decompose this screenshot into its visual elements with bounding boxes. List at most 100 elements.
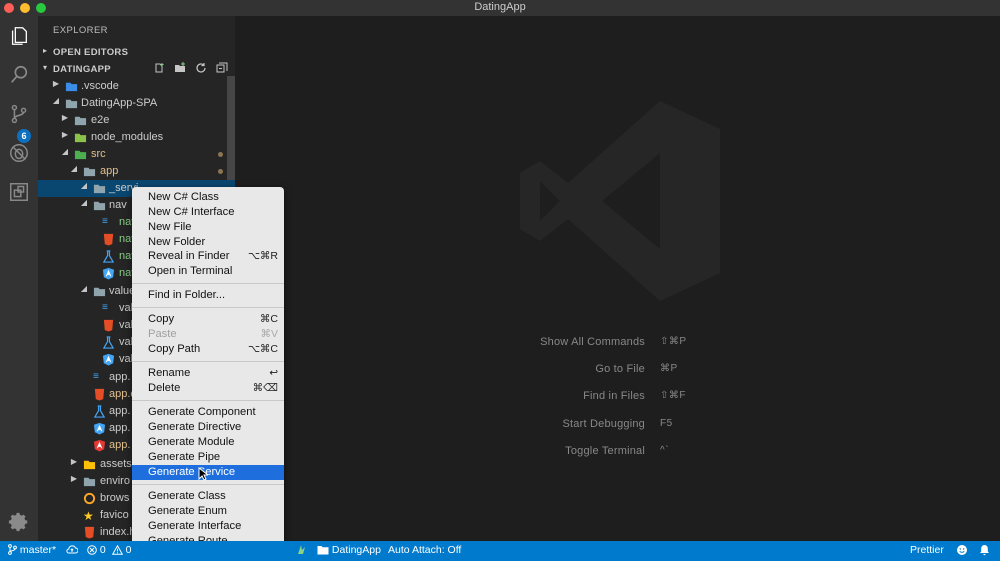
menu-rename[interactable]: Rename ↩	[132, 366, 284, 381]
chevron-down-icon: ◢	[61, 147, 69, 156]
menu-shortcut: ⌘C	[259, 313, 278, 325]
problems-status[interactable]: 0 0	[87, 544, 131, 556]
menu-label: New Folder	[148, 236, 206, 248]
css-file-icon: ≡	[93, 371, 99, 382]
extensions-icon[interactable]	[5, 178, 33, 206]
menu-label: Copy Path	[148, 343, 201, 355]
tree-label: val	[119, 353, 134, 365]
title-bar: DatingApp	[0, 0, 1000, 16]
menu-label: Paste	[148, 328, 177, 340]
search-icon[interactable]	[5, 61, 33, 89]
warning-icon	[111, 544, 123, 555]
cloud-sync-icon	[66, 545, 79, 554]
hint-find-in-files: Find in Files	[583, 390, 645, 402]
live-share-status[interactable]	[296, 544, 307, 556]
html-file-icon	[84, 526, 95, 539]
new-file-icon[interactable]	[152, 61, 166, 75]
angular-module-icon	[93, 439, 106, 452]
notifications-status[interactable]	[979, 544, 990, 557]
chevron-down-icon: ◢	[80, 181, 88, 190]
menu-generate-pipe[interactable]: Generate Pipe	[132, 450, 284, 465]
open-editors-header[interactable]: ▸ OPEN EDITORS	[38, 44, 235, 61]
tree-folder-spa[interactable]: ◢ DatingApp-SPA	[38, 95, 228, 112]
angular-file-icon	[93, 422, 106, 435]
tree-folder-e2e[interactable]: ▶ e2e	[38, 112, 228, 129]
folder-open-icon	[93, 184, 106, 194]
menu-copy-path[interactable]: Copy Path ⌥⌘C	[132, 342, 284, 357]
chevron-down-icon: ◢	[70, 164, 78, 173]
menu-separator	[132, 283, 284, 284]
hint-key: ⌘P	[660, 363, 678, 374]
activity-bar: 6	[0, 16, 38, 541]
menu-new-cs-class[interactable]: New C# Class	[132, 190, 284, 205]
tree-folder-src[interactable]: ◢ src	[38, 146, 228, 163]
sync-status[interactable]	[66, 544, 79, 556]
hint-show-all-commands: Show All Commands	[540, 336, 645, 348]
menu-reveal-in-finder[interactable]: Reveal in Finder ⌥⌘R	[132, 249, 284, 264]
menu-generate-enum[interactable]: Generate Enum	[132, 504, 284, 519]
menu-generate-directive[interactable]: Generate Directive	[132, 420, 284, 435]
branch-status[interactable]: master*	[8, 544, 56, 556]
html-file-icon	[94, 388, 105, 401]
refresh-icon[interactable]	[194, 61, 208, 75]
assets-folder-icon	[83, 460, 96, 470]
workspace-label: DATINGAPP	[53, 64, 111, 75]
menu-separator	[132, 484, 284, 485]
hint-key: ⇧⌘F	[660, 390, 686, 401]
tree-folder-vscode[interactable]: ▶ .vscode	[38, 78, 228, 95]
hint-key: F5	[660, 418, 673, 429]
source-control-icon[interactable]	[5, 100, 33, 128]
gear-icon[interactable]	[5, 508, 33, 536]
hint-key: ^`	[660, 445, 670, 456]
menu-delete[interactable]: Delete ⌘⌫	[132, 381, 284, 396]
explorer-icon[interactable]	[5, 22, 33, 50]
menu-new-folder[interactable]: New Folder	[132, 235, 284, 250]
browserslist-icon	[83, 492, 96, 505]
menu-generate-module[interactable]: Generate Module	[132, 435, 284, 450]
git-branch-icon	[8, 544, 17, 555]
smiley-icon	[957, 545, 967, 555]
menu-label: Generate Pipe	[148, 451, 221, 463]
menu-shortcut: ⌥⌘R	[247, 250, 278, 262]
tree-folder-app[interactable]: ◢ app	[38, 163, 228, 180]
menu-label: Reveal in Finder	[148, 250, 230, 262]
prettier-status[interactable]: Prettier	[910, 544, 944, 556]
menu-generate-component[interactable]: Generate Component	[132, 405, 284, 420]
vscode-folder-icon	[65, 82, 78, 92]
tree-label: node_modules	[91, 131, 164, 143]
chevron-down-icon: ◢	[52, 96, 60, 105]
menu-copy[interactable]: Copy ⌘C	[132, 312, 284, 327]
menu-label: Generate Service	[148, 466, 236, 478]
workspace-header[interactable]: ▾ DATINGAPP	[38, 61, 235, 78]
menu-new-file[interactable]: New File	[132, 220, 284, 235]
menu-label: Delete	[148, 382, 181, 394]
src-folder-icon	[74, 150, 87, 160]
menu-generate-interface[interactable]: Generate Interface	[132, 519, 284, 534]
menu-paste: Paste ⌘V	[132, 327, 284, 342]
menu-generate-class[interactable]: Generate Class	[132, 489, 284, 504]
menu-generate-service[interactable]: Generate Service	[132, 465, 284, 480]
editor-area: Show All Commands ⇧⌘P Go to File ⌘P Find…	[235, 16, 1000, 541]
vscode-logo-watermark	[520, 101, 720, 301]
collapse-all-icon[interactable]	[215, 61, 229, 75]
star-icon: ★	[83, 509, 94, 523]
debug-icon[interactable]	[5, 139, 33, 167]
tree-folder-node-modules[interactable]: ▶ node_modules	[38, 129, 228, 146]
menu-new-cs-interface[interactable]: New C# Interface	[132, 205, 284, 220]
menu-label: Open in Terminal	[148, 265, 233, 277]
feedback-status[interactable]	[956, 544, 968, 557]
menu-find-in-folder[interactable]: Find in Folder...	[132, 288, 284, 303]
new-folder-icon[interactable]	[173, 61, 187, 75]
css-file-icon: ≡	[102, 302, 108, 313]
angular-file-icon	[102, 267, 115, 280]
menu-shortcut: ⌘V	[260, 328, 278, 340]
tree-label: favico	[100, 509, 129, 521]
tree-label: val	[119, 336, 134, 348]
folder-status[interactable]: DatingApp	[317, 544, 381, 556]
tree-label: app.	[109, 371, 131, 383]
tree-label: val	[119, 319, 134, 331]
menu-open-in-terminal[interactable]: Open in Terminal	[132, 264, 284, 279]
menu-label: Rename	[148, 367, 191, 379]
auto-attach-status[interactable]: Auto Attach: Off	[388, 544, 461, 556]
menu-label: New C# Class	[148, 191, 219, 203]
